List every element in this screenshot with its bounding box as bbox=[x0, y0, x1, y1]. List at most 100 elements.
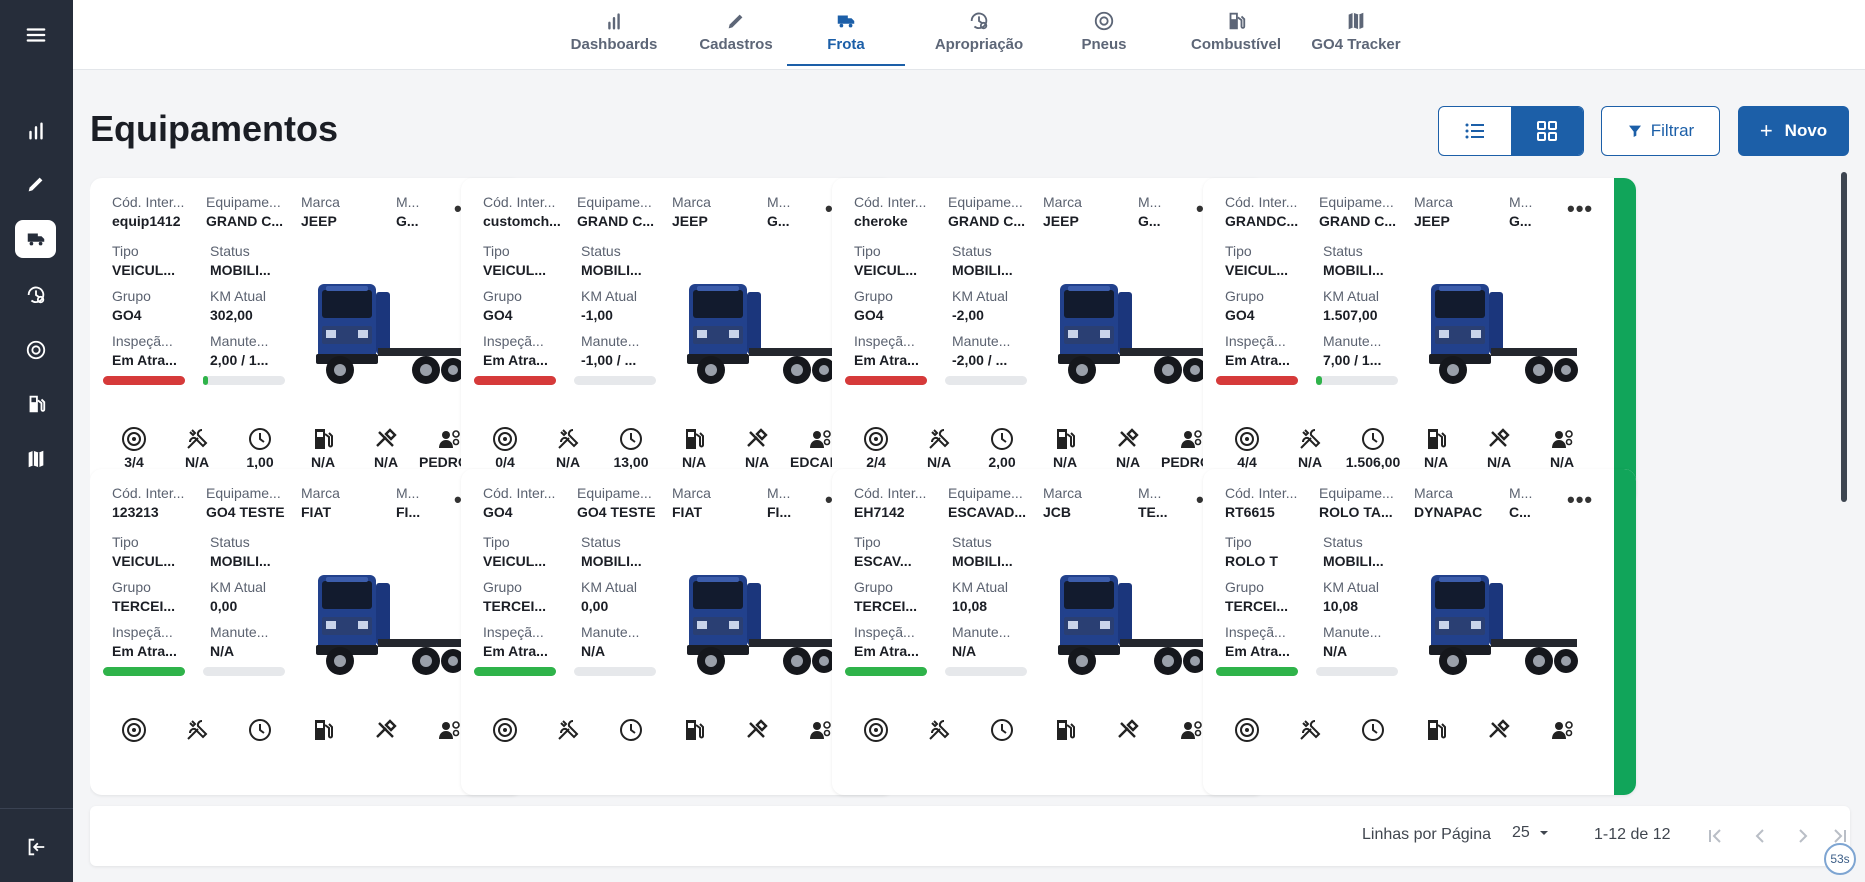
code-label: Cód. Inter... bbox=[854, 485, 927, 501]
inspection-value: Em Atra... bbox=[854, 352, 919, 368]
equipment-card[interactable]: Cód. Inter... EH7142 Equipame... ESCAVAD...… bbox=[832, 469, 1265, 795]
more-options-button[interactable]: ••• bbox=[1567, 487, 1593, 513]
filter-button[interactable]: Filtrar bbox=[1601, 106, 1720, 156]
hours-indicator[interactable] bbox=[1343, 717, 1403, 745]
tab-cadastros[interactable]: Cadastros bbox=[675, 0, 797, 66]
brand-field: Marca FIAT bbox=[301, 485, 381, 523]
code-field: Cód. Inter... EH7142 bbox=[854, 485, 936, 523]
inspection-value: Em Atra... bbox=[483, 352, 548, 368]
inspection-field: Inspeçã... Em Atra... bbox=[854, 624, 936, 662]
tools-icon bbox=[727, 717, 787, 743]
tab-label: Combustível bbox=[1190, 36, 1281, 53]
status-value: MOBILI... bbox=[952, 262, 1013, 278]
operator-indicator[interactable] bbox=[1532, 717, 1592, 745]
service-indicator[interactable] bbox=[538, 717, 598, 745]
equipment-card[interactable]: Cód. Inter... GO4 Equipame... GO4 TESTE Marc… bbox=[461, 469, 894, 795]
sidebar-item-dashboards[interactable] bbox=[15, 112, 56, 150]
fuel-indicator[interactable] bbox=[1406, 717, 1466, 745]
logout-icon[interactable] bbox=[15, 828, 56, 866]
equipment-card[interactable]: Cód. Inter... RT6615 Equipame... ROLO TA...… bbox=[1203, 469, 1636, 795]
new-button[interactable]: + Novo bbox=[1738, 106, 1849, 156]
km-value: 302,00 bbox=[210, 307, 253, 323]
truck-image-container bbox=[1050, 569, 1210, 687]
fuel-indicator[interactable] bbox=[1035, 717, 1095, 745]
service-indicator[interactable] bbox=[167, 717, 227, 745]
sidebar-item-pneus[interactable] bbox=[15, 331, 56, 369]
sidebar-item-cadastros[interactable] bbox=[15, 165, 56, 203]
code-field: Cód. Inter... GO4 bbox=[483, 485, 565, 523]
equipment-card[interactable]: Cód. Inter... customch... Equipame... GRAND… bbox=[461, 178, 894, 504]
brand-value: JEEP bbox=[1414, 213, 1450, 229]
list-view-button[interactable] bbox=[1439, 107, 1511, 155]
tools-indicator[interactable] bbox=[356, 717, 416, 745]
service-indicator[interactable] bbox=[909, 717, 969, 745]
maintenance-label: Manute... bbox=[581, 624, 640, 640]
group-field: Grupo GO4 bbox=[483, 288, 563, 326]
tools-indicator[interactable] bbox=[1469, 717, 1529, 745]
truck-icon bbox=[27, 233, 44, 246]
equipment-value: GO4 TESTE bbox=[577, 504, 656, 520]
service-indicator[interactable] bbox=[1280, 717, 1340, 745]
status-value: MOBILI... bbox=[210, 262, 271, 278]
km-field: KM Atual 1.507,00 bbox=[1323, 288, 1403, 326]
code-label: Cód. Inter... bbox=[483, 194, 556, 210]
km-field: KM Atual 0,00 bbox=[210, 579, 290, 617]
tab-pneus[interactable]: Pneus bbox=[1049, 0, 1159, 66]
tires-indicator[interactable] bbox=[475, 717, 535, 745]
model-field: M... TE... bbox=[1138, 485, 1178, 523]
code-field: Cód. Inter... 123213 bbox=[112, 485, 194, 523]
sidebar-item-frota[interactable] bbox=[15, 220, 56, 258]
tools-indicator[interactable] bbox=[1098, 717, 1158, 745]
first-page-button[interactable] bbox=[1701, 822, 1729, 850]
maintenance-value: -1,00 / ... bbox=[581, 352, 637, 368]
tab-go4-tracker[interactable]: GO4 Tracker bbox=[1295, 0, 1417, 66]
fuel-indicator[interactable] bbox=[664, 717, 724, 745]
plus-icon: + bbox=[1759, 118, 1773, 143]
equipment-card[interactable]: Cód. Inter... cheroke Equipame... GRAND C..… bbox=[832, 178, 1265, 504]
maintenance-field: Manute... N/A bbox=[581, 624, 661, 662]
brand-label: Marca bbox=[1043, 194, 1082, 210]
status-label: Status bbox=[581, 243, 621, 259]
hours-indicator[interactable] bbox=[972, 717, 1032, 745]
truck-image bbox=[1429, 284, 1578, 384]
next-page-button[interactable] bbox=[1789, 822, 1817, 850]
sidebar-item-apropriacao[interactable] bbox=[15, 276, 56, 314]
menu-icon[interactable] bbox=[15, 16, 56, 54]
group-label: Grupo bbox=[483, 579, 522, 595]
status-stripe bbox=[1614, 178, 1636, 504]
rows-per-page-select[interactable]: 25 bbox=[1512, 824, 1550, 842]
equipment-card[interactable]: Cód. Inter... equip1412 Equipame... GRAND C… bbox=[90, 178, 523, 504]
tab-dashboards[interactable]: Dashboards bbox=[553, 0, 675, 66]
scrollbar-thumb[interactable] bbox=[1841, 172, 1847, 502]
type-label: Tipo bbox=[854, 243, 881, 259]
equipment-card[interactable]: Cód. Inter... GRANDC... Equipame... GRAND C… bbox=[1203, 178, 1636, 504]
fuel-indicator[interactable] bbox=[293, 717, 353, 745]
tab-frota[interactable]: Frota bbox=[787, 0, 905, 66]
grid-view-button[interactable] bbox=[1511, 107, 1583, 155]
tab-combustivel[interactable]: Combustível bbox=[1166, 0, 1306, 66]
tab-apropriacao[interactable]: Apropriação bbox=[909, 0, 1049, 66]
sidebar-item-combustivel[interactable] bbox=[15, 385, 56, 423]
clock-icon bbox=[1343, 426, 1403, 452]
more-options-button[interactable]: ••• bbox=[1567, 196, 1593, 222]
equipment-label: Equipame... bbox=[206, 194, 281, 210]
hours-indicator[interactable] bbox=[601, 717, 661, 745]
tires-indicator[interactable] bbox=[846, 717, 906, 745]
maintenance-progress-bar bbox=[1316, 667, 1398, 676]
tires-indicator[interactable] bbox=[104, 717, 164, 745]
model-field: M... G... bbox=[767, 194, 807, 232]
tires-indicator[interactable] bbox=[1217, 717, 1277, 745]
sidebar-item-tracker[interactable] bbox=[15, 440, 56, 478]
status-value: MOBILI... bbox=[581, 262, 642, 278]
equipment-card[interactable]: Cód. Inter... 123213 Equipame... GO4 TESTE M… bbox=[90, 469, 523, 795]
prev-page-button[interactable] bbox=[1746, 822, 1774, 850]
equipment-field: Equipame... GO4 TESTE bbox=[206, 485, 286, 523]
code-field: Cód. Inter... cheroke bbox=[854, 194, 936, 232]
hours-indicator[interactable] bbox=[230, 717, 290, 745]
km-field: KM Atual 0,00 bbox=[581, 579, 661, 617]
equipment-field: Equipame... ROLO TA... bbox=[1319, 485, 1399, 523]
tools-indicator[interactable] bbox=[727, 717, 787, 745]
equipment-value: GRAND C... bbox=[1319, 213, 1396, 229]
first-page-icon bbox=[1709, 829, 1721, 843]
inspection-progress-bar bbox=[103, 667, 185, 676]
